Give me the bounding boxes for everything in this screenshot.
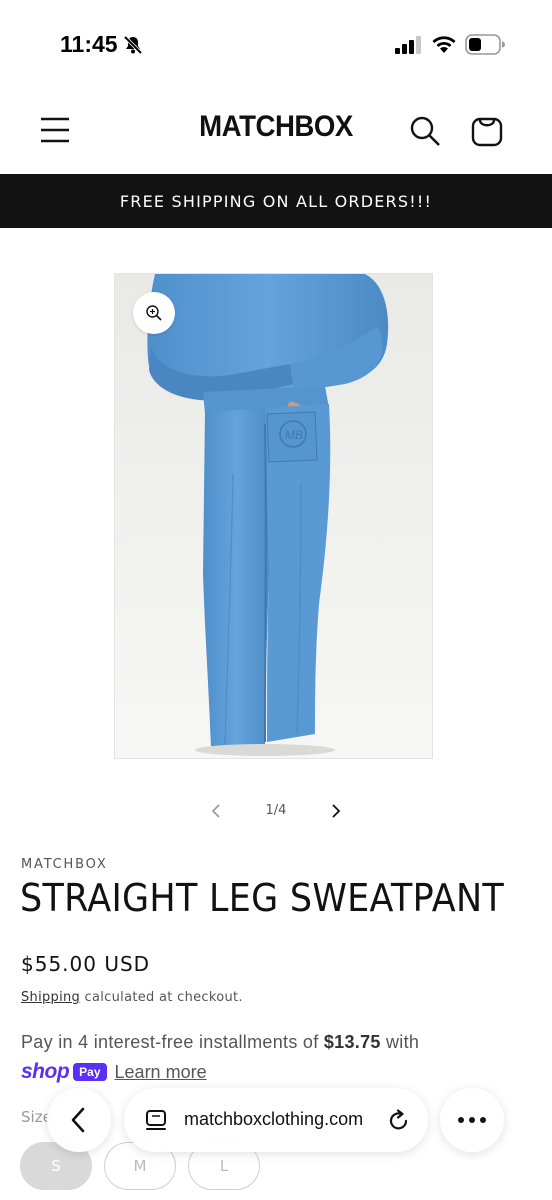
chevron-right-icon[interactable]	[323, 798, 349, 824]
product-image[interactable]: MB	[114, 273, 433, 759]
zoom-in-icon	[146, 305, 162, 321]
url-text: matchboxclothing.com	[184, 1109, 364, 1129]
site-logo[interactable]: MATCHBOX	[22, 110, 530, 144]
site-header: MATCHBOX	[0, 90, 552, 174]
product-photo: MB	[115, 274, 432, 758]
slide-counter: 1/4	[265, 803, 287, 818]
slider-controls: 1/4	[0, 796, 552, 826]
installments-prefix: Pay in 4 interest-free installments of	[21, 1032, 324, 1052]
zoom-button[interactable]	[133, 292, 175, 334]
announcement-bar: FREE SHIPPING ON ALL ORDERS!!!	[0, 174, 552, 228]
back-button[interactable]	[47, 1088, 111, 1152]
shipping-note-text: calculated at checkout.	[80, 990, 243, 1005]
status-bar: 11:45	[0, 0, 552, 90]
installments-text: Pay in 4 interest-free installments of $…	[21, 1032, 419, 1053]
shoppay-badge: Pay	[73, 1063, 107, 1081]
back-arrow-icon	[71, 1107, 85, 1133]
browser-toolbar: matchboxclothing.com	[0, 1080, 552, 1160]
cart-bag-icon[interactable]	[469, 112, 505, 148]
product-price: $55.00 USD	[21, 952, 151, 976]
product-vendor: MATCHBOX	[21, 857, 108, 872]
address-bar[interactable]: matchboxclothing.com	[124, 1088, 428, 1152]
reload-icon[interactable]	[386, 1108, 412, 1134]
battery-icon	[465, 34, 505, 55]
pocket-logo: MB	[285, 428, 303, 442]
shipping-note: Shipping calculated at checkout.	[21, 990, 243, 1005]
bell-slash-icon	[123, 35, 143, 55]
installments-amount: $13.75	[323, 1032, 381, 1052]
cellular-signal-icon	[395, 36, 421, 54]
announcement-text: FREE SHIPPING ON ALL ORDERS!!!	[119, 191, 433, 211]
tabs-icon[interactable]	[144, 1108, 168, 1134]
installments-suffix: with	[380, 1032, 420, 1052]
shipping-link[interactable]: Shipping	[21, 990, 80, 1005]
more-icon	[458, 1117, 486, 1123]
more-options-button[interactable]	[440, 1088, 504, 1152]
wifi-icon	[432, 36, 456, 53]
search-icon[interactable]	[408, 114, 442, 148]
status-time: 11:45	[60, 31, 118, 57]
product-title: STRAIGHT LEG SWEATPANT	[20, 876, 505, 920]
